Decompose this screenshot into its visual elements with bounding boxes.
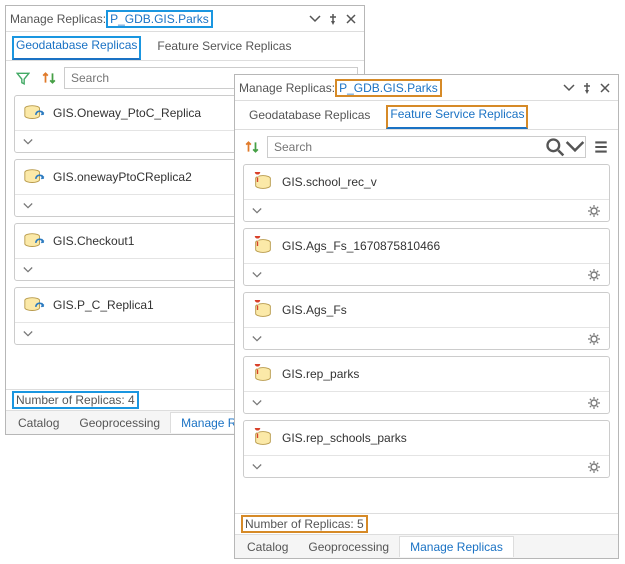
chevron-down-icon[interactable] — [252, 270, 262, 280]
tab-feature-service-replicas[interactable]: Feature Service Replicas — [386, 105, 528, 129]
tab-geodatabase-replicas[interactable]: Geodatabase Replicas — [241, 105, 378, 129]
replica-item[interactable]: GIS.rep_schools_parks — [243, 420, 610, 478]
geodatabase-replica-icon — [23, 102, 45, 124]
chevron-down-icon[interactable] — [23, 265, 33, 275]
replica-item[interactable]: GIS.Ags_Fs — [243, 292, 610, 350]
geodatabase-replica-icon — [23, 166, 45, 188]
replica-item[interactable]: GIS.school_rec_v — [243, 164, 610, 222]
gear-icon[interactable] — [587, 268, 601, 282]
status-count: 4 — [128, 393, 135, 407]
replica-name: GIS.Checkout1 — [53, 234, 134, 248]
footer-tabs: Catalog Geoprocessing Manage Replicas — [235, 534, 618, 558]
menu-icon[interactable] — [590, 136, 612, 158]
replica-name: GIS.Ags_Fs_1670875810466 — [282, 239, 440, 253]
tab-feature-service-replicas[interactable]: Feature Service Replicas — [149, 36, 299, 60]
replica-name: GIS.Oneway_PtoC_Replica — [53, 106, 201, 120]
replica-item[interactable]: GIS.rep_parks — [243, 356, 610, 414]
gear-icon[interactable] — [587, 332, 601, 346]
toolbar — [235, 130, 618, 164]
footer-tab-manage-replicas[interactable]: Manage Replicas — [399, 536, 514, 557]
footer-tab-catalog[interactable]: Catalog — [8, 413, 69, 433]
feature-service-replica-icon — [252, 363, 274, 385]
replica-name: GIS.Ags_Fs — [282, 303, 347, 317]
search-input[interactable] — [268, 137, 545, 157]
options-dropdown-icon[interactable] — [560, 79, 578, 97]
chevron-down-icon[interactable] — [23, 137, 33, 147]
tab-row: Geodatabase Replicas Feature Service Rep… — [235, 101, 618, 130]
footer-tab-geoprocessing[interactable]: Geoprocessing — [298, 537, 399, 557]
chevron-down-icon[interactable] — [252, 462, 262, 472]
geodatabase-replica-icon — [23, 294, 45, 316]
gear-icon[interactable] — [587, 460, 601, 474]
title-bar: Manage Replicas: P_GDB.GIS.Parks — [235, 75, 618, 101]
feature-service-replica-icon — [252, 235, 274, 257]
feature-service-replica-icon — [252, 171, 274, 193]
chevron-down-icon[interactable] — [252, 334, 262, 344]
manage-replicas-pane-right: Manage Replicas: P_GDB.GIS.Parks Geodata… — [234, 74, 619, 559]
feature-service-replica-icon — [252, 427, 274, 449]
title-value: P_GDB.GIS.Parks — [106, 10, 213, 28]
search-dropdown-icon[interactable] — [565, 137, 585, 157]
close-icon[interactable] — [342, 10, 360, 28]
replica-item[interactable]: GIS.Ags_Fs_1670875810466 — [243, 228, 610, 286]
title-label: Manage Replicas: — [10, 12, 106, 26]
replica-list: GIS.school_rec_v GIS.Ags_Fs_167087581046… — [235, 164, 618, 488]
close-icon[interactable] — [596, 79, 614, 97]
chevron-down-icon[interactable] — [23, 201, 33, 211]
status-bar: Number of Replicas: 5 — [235, 513, 618, 534]
filter-icon[interactable] — [12, 67, 34, 89]
chevron-down-icon[interactable] — [252, 206, 262, 216]
title-label: Manage Replicas: — [239, 81, 335, 95]
status-count: 5 — [357, 517, 364, 531]
gear-icon[interactable] — [587, 204, 601, 218]
gear-icon[interactable] — [587, 396, 601, 410]
feature-service-replica-icon — [252, 299, 274, 321]
title-value: P_GDB.GIS.Parks — [335, 79, 442, 97]
replica-name: GIS.rep_schools_parks — [282, 431, 407, 445]
replica-name: GIS.school_rec_v — [282, 175, 377, 189]
title-bar: Manage Replicas: P_GDB.GIS.Parks — [6, 6, 364, 32]
chevron-down-icon[interactable] — [252, 398, 262, 408]
footer-tab-catalog[interactable]: Catalog — [237, 537, 298, 557]
geodatabase-replica-icon — [23, 230, 45, 252]
footer-tab-geoprocessing[interactable]: Geoprocessing — [69, 413, 170, 433]
sort-icon[interactable] — [38, 67, 60, 89]
sort-icon[interactable] — [241, 136, 263, 158]
replica-name: GIS.onewayPtoCReplica2 — [53, 170, 192, 184]
status-label: Number of Replicas: — [245, 517, 357, 531]
pin-icon[interactable] — [578, 79, 596, 97]
search-icon[interactable] — [545, 137, 565, 157]
pin-icon[interactable] — [324, 10, 342, 28]
search-box — [267, 136, 586, 158]
options-dropdown-icon[interactable] — [306, 10, 324, 28]
replica-name: GIS.rep_parks — [282, 367, 359, 381]
replica-name: GIS.P_C_Replica1 — [53, 298, 154, 312]
tab-geodatabase-replicas[interactable]: Geodatabase Replicas — [12, 36, 141, 60]
chevron-down-icon[interactable] — [23, 329, 33, 339]
tab-row: Geodatabase Replicas Feature Service Rep… — [6, 32, 364, 61]
status-label: Number of Replicas: — [16, 393, 128, 407]
